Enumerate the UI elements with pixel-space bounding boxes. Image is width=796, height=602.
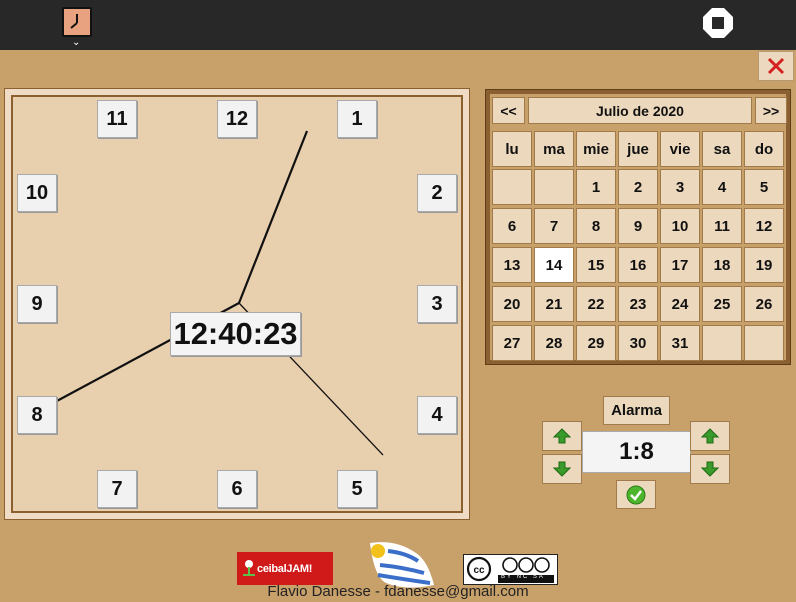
calendar-day[interactable]: 6 — [492, 208, 532, 244]
calendar-day[interactable]: 10 — [660, 208, 700, 244]
creative-commons-license: cc BY NC SA — [463, 554, 558, 585]
weekday-header: ma — [534, 131, 574, 167]
author-credits: Flavio Danesse - fdanesse@gmail.com — [267, 583, 529, 600]
hour-marker-12: 12 — [217, 100, 257, 138]
calendar-day[interactable]: 5 — [744, 169, 784, 205]
chevron-down-icon[interactable]: ⌄ — [72, 38, 80, 48]
hour-marker-8: 8 — [17, 396, 57, 434]
calendar-day[interactable]: 25 — [702, 286, 742, 322]
calendar-body: << Julio de 2020 >> lu ma mie jue vie sa do 1 2 3… — [490, 94, 787, 361]
close-button[interactable] — [758, 51, 794, 81]
arrow-down-icon — [701, 461, 719, 477]
weekday-header: vie — [660, 131, 700, 167]
arrow-up-icon — [553, 428, 571, 444]
calendar-day[interactable]: 29 — [576, 325, 616, 361]
stop-button[interactable] — [701, 6, 735, 40]
weekday-header: do — [744, 131, 784, 167]
digital-time: 12:40:23 — [170, 312, 301, 356]
calendar-day[interactable]: 11 — [702, 208, 742, 244]
calendar-day[interactable]: 3 — [660, 169, 700, 205]
top-toolbar: ⌄ — [0, 0, 796, 50]
weekday-header: sa — [702, 131, 742, 167]
weekday-header: jue — [618, 131, 658, 167]
alarm-button[interactable]: Alarma — [603, 396, 670, 425]
calendar-day[interactable]: 16 — [618, 247, 658, 283]
month-title: Julio de 2020 — [528, 97, 752, 124]
alarm-confirm-button[interactable] — [616, 480, 656, 509]
calendar-day[interactable]: 12 — [744, 208, 784, 244]
alarm-hour-up-button[interactable] — [542, 421, 582, 451]
calendar-day[interactable]: 7 — [534, 208, 574, 244]
calendar-day[interactable]: 17 — [660, 247, 700, 283]
calendar-day[interactable]: 18 — [702, 247, 742, 283]
calendar-day[interactable]: 24 — [660, 286, 700, 322]
analog-clock — [4, 88, 470, 520]
hour-marker-3: 3 — [417, 285, 457, 323]
hour-marker-9: 9 — [17, 285, 57, 323]
calendar-day[interactable]: 28 — [534, 325, 574, 361]
hour-marker-5: 5 — [337, 470, 377, 508]
calendar-day-empty — [744, 325, 784, 361]
close-x-icon — [767, 57, 785, 75]
calendar-day[interactable]: 1 — [576, 169, 616, 205]
weekday-header: lu — [492, 131, 532, 167]
arrow-up-icon — [701, 428, 719, 444]
calendar-day-empty — [492, 169, 532, 205]
weekday-header: mie — [576, 131, 616, 167]
hour-marker-1: 1 — [337, 100, 377, 138]
stop-icon — [703, 8, 733, 38]
check-icon — [626, 485, 646, 504]
arrow-down-icon — [553, 461, 571, 477]
calendar-day[interactable]: 8 — [576, 208, 616, 244]
ceibaljam-logo-text: ceibalJAM! — [257, 562, 313, 575]
alarm-minute-up-button[interactable] — [690, 421, 730, 451]
calendar-day[interactable]: 4 — [702, 169, 742, 205]
calendar-day[interactable]: 22 — [576, 286, 616, 322]
hour-marker-7: 7 — [97, 470, 137, 508]
clock-icon[interactable] — [62, 7, 92, 37]
calendar-day[interactable]: 15 — [576, 247, 616, 283]
calendar-day[interactable]: 21 — [534, 286, 574, 322]
hour-marker-6: 6 — [217, 470, 257, 508]
next-month-button[interactable]: >> — [755, 97, 787, 124]
calendar-day[interactable]: 2 — [618, 169, 658, 205]
clock-hands — [54, 130, 384, 456]
alarm-time-display: 1:8 — [582, 431, 691, 473]
calendar-day[interactable]: 23 — [618, 286, 658, 322]
prev-month-button[interactable]: << — [492, 97, 525, 124]
calendar-day-selected[interactable]: 14 — [534, 247, 574, 283]
hour-marker-2: 2 — [417, 174, 457, 212]
calendar-day[interactable]: 19 — [744, 247, 784, 283]
calendar-day-empty — [702, 325, 742, 361]
calendar-day[interactable]: 13 — [492, 247, 532, 283]
calendar-day[interactable]: 30 — [618, 325, 658, 361]
ceibaljam-logo: ceibalJAM! — [237, 552, 333, 585]
calendar: << Julio de 2020 >> lu ma mie jue vie sa do 1 2 3… — [485, 89, 791, 365]
minute-hand — [237, 130, 309, 304]
ceibal-tree-icon — [243, 560, 255, 576]
calendar-day[interactable]: 27 — [492, 325, 532, 361]
license-text: BY NC SA — [501, 574, 545, 580]
calendar-day-empty — [534, 169, 574, 205]
calendar-day[interactable]: 31 — [660, 325, 700, 361]
calendar-day[interactable]: 26 — [744, 286, 784, 322]
svg-text:cc: cc — [473, 565, 485, 576]
hour-marker-11: 11 — [97, 100, 137, 138]
clock-hands-icon — [70, 14, 78, 29]
calendar-day[interactable]: 9 — [618, 208, 658, 244]
calendar-day[interactable]: 20 — [492, 286, 532, 322]
alarm-minute-down-button[interactable] — [690, 454, 730, 484]
hour-marker-10: 10 — [17, 174, 57, 212]
hour-marker-4: 4 — [417, 396, 457, 434]
alarm-hour-down-button[interactable] — [542, 454, 582, 484]
